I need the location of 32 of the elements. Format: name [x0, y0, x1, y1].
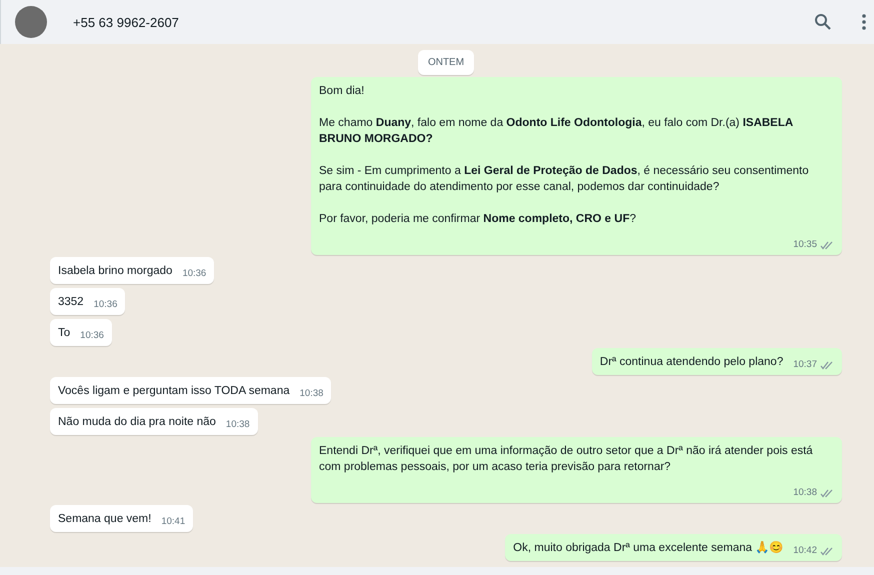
- contact-name[interactable]: +55 63 9962-2607: [73, 14, 179, 30]
- message-time: 10:36: [80, 329, 104, 343]
- message-time: 10:37: [793, 358, 817, 372]
- message-time: 10:35: [793, 238, 817, 252]
- message-time: 10:41: [161, 515, 186, 529]
- avatar[interactable]: [15, 6, 47, 38]
- message-text: Drª continua atendendo pelo plano?: [600, 355, 784, 370]
- message-time: 10:36: [182, 267, 206, 281]
- double-check-icon: [820, 240, 834, 250]
- menu-icon[interactable]: [862, 14, 866, 30]
- message-text: To: [58, 326, 70, 341]
- message-time: 10:38: [226, 418, 250, 432]
- message-text: 3352: [58, 295, 84, 310]
- message-time: 10:38: [793, 486, 817, 500]
- search-icon[interactable]: [814, 13, 832, 31]
- message-time: 10:36: [94, 298, 118, 312]
- message-text: Por favor, poderia me confirmar Nome completo, CRO e UF?: [319, 212, 637, 227]
- message-time: 10:38: [300, 387, 324, 401]
- double-check-icon: [820, 360, 834, 370]
- double-check-icon: [820, 488, 834, 498]
- date-chip: ONTEM: [418, 50, 474, 75]
- message-text: Semana que vem!: [58, 512, 152, 527]
- message-time: 10:42: [793, 544, 817, 558]
- message-text: Entendi Drª, verifiquei que em uma informação de outro setor que a Drª não irá atender pois está com problemas pessoais, por um acaso teria previsão para retornar?: [319, 444, 814, 475]
- message-text: Isabela brino morgado: [58, 264, 172, 279]
- double-check-icon: [820, 546, 834, 556]
- message-text: Ok, muito obrigada Drª uma excelente semana 🙏😊: [513, 540, 784, 556]
- message-text: Me chamo Duany, falo em nome da Odonto Life Odontologia, eu falo com Dr.(a) ISABELA BRUNO MORGADO?: [319, 116, 794, 147]
- message-text: Bom dia!: [319, 84, 366, 99]
- message-text: Vocês ligam e perguntam isso TODA semana: [58, 384, 290, 399]
- message-text: Não muda do dia pra noite não: [58, 415, 216, 430]
- message-text: Se sim - Em cumprimento a Lei Geral de Proteção de Dados, é necessário seu consentimento para continuidade do atendimento por esse canal, podemos dar continuidade?: [319, 164, 810, 195]
